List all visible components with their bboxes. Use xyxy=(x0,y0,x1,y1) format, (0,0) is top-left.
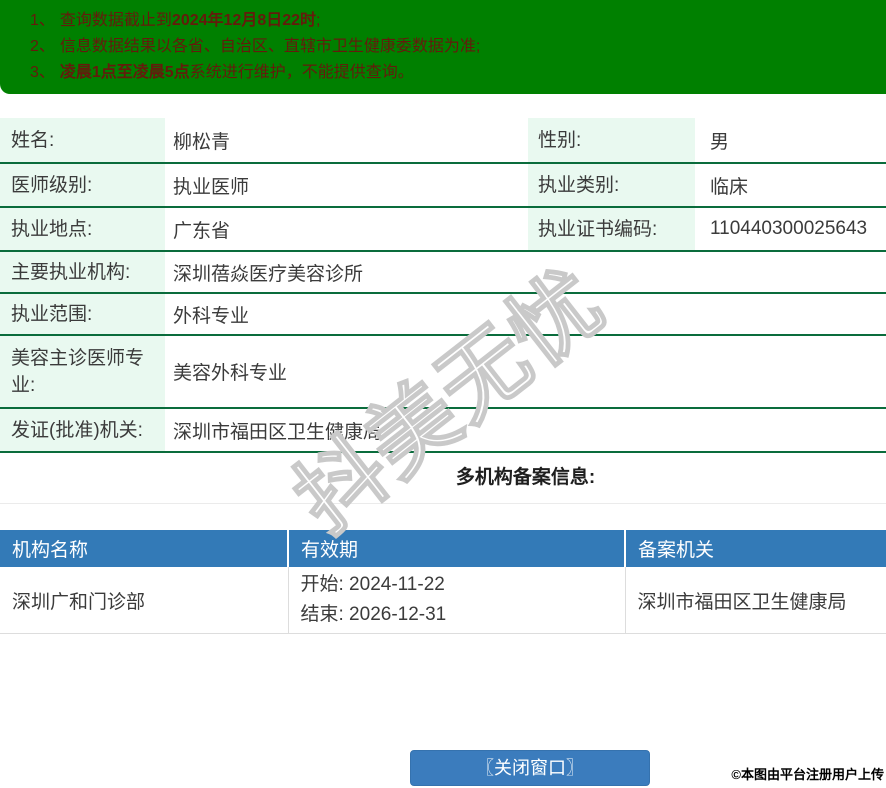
close-window-button[interactable]: 〖关闭窗口〗 xyxy=(410,750,650,786)
field-label: 执业证书编码: xyxy=(528,207,695,251)
notice-line-number: 2、 xyxy=(30,38,55,55)
filing-section-title: 多机构备案信息: xyxy=(456,467,595,488)
notice-line-text: 信息数据结果以各省、自治区、直辖市卫生健康委数据为准; xyxy=(60,38,480,55)
field-value: 临床 xyxy=(695,163,886,207)
notice-line-bold: 2024年12月8日22时 xyxy=(172,12,316,29)
field-label: 发证(批准)机关: xyxy=(0,408,165,452)
filing-section-heading: 多机构备案信息: xyxy=(0,453,886,504)
profile-row: 医师级别:执业医师执业类别:临床 xyxy=(0,163,886,207)
field-label: 美容主诊医师专业: xyxy=(0,335,165,408)
field-value: 深圳蓓焱医疗美容诊所 xyxy=(165,251,886,293)
validity-line: 开始: 2024-11-22 xyxy=(301,570,624,600)
filing-row: 深圳广和门诊部开始: 2024-11-22结束: 2026-12-31深圳市福田… xyxy=(0,567,886,634)
filing-table: 机构名称有效期备案机关 深圳广和门诊部开始: 2024-11-22结束: 202… xyxy=(0,530,886,634)
filing-column-header: 备案机关 xyxy=(625,530,886,567)
profile-row: 姓名:柳松青性别:男 xyxy=(0,118,886,163)
profile-row: 主要执业机构:深圳蓓焱医疗美容诊所 xyxy=(0,251,886,293)
field-label: 执业地点: xyxy=(0,207,165,251)
notice-line-text: 系统进行维护，不能提供查询。 xyxy=(190,64,414,81)
notice-line: 1、查询数据截止到2024年12月8日22时; xyxy=(30,8,886,34)
notice-line-text: 查询数据截止到 xyxy=(60,12,172,29)
filing-validity-cell: 开始: 2024-11-22结束: 2026-12-31 xyxy=(288,567,625,634)
field-value: 执业医师 xyxy=(165,163,528,207)
field-label: 医师级别: xyxy=(0,163,165,207)
notice-line-number: 1、 xyxy=(30,12,55,29)
profile-row: 执业范围:外科专业 xyxy=(0,293,886,335)
credit-text: ©本图由平台注册用户上传 xyxy=(731,764,884,783)
notice-line: 3、凌晨1点至凌晨5点系统进行维护，不能提供查询。 xyxy=(30,60,886,86)
filing-org-cell: 深圳广和门诊部 xyxy=(0,567,288,634)
notice-line: 2、信息数据结果以各省、自治区、直辖市卫生健康委数据为准; xyxy=(30,34,886,60)
notice-line-bold: 凌晨1点至凌晨5点 xyxy=(60,64,190,81)
notice-line-text: ; xyxy=(316,12,320,29)
validity-line: 结束: 2026-12-31 xyxy=(301,600,624,630)
profile-row: 美容主诊医师专业:美容外科专业 xyxy=(0,335,886,408)
filing-header-row: 机构名称有效期备案机关 xyxy=(0,530,886,567)
notice-banner: 1、查询数据截止到2024年12月8日22时;2、信息数据结果以各省、自治区、直… xyxy=(0,0,886,94)
field-label: 姓名: xyxy=(0,118,165,163)
field-label: 主要执业机构: xyxy=(0,251,165,293)
field-label: 执业类别: xyxy=(528,163,695,207)
filing-column-header: 机构名称 xyxy=(0,530,288,567)
field-label: 执业范围: xyxy=(0,293,165,335)
profile-table: 姓名:柳松青性别:男医师级别:执业医师执业类别:临床执业地点:广东省执业证书编码… xyxy=(0,118,886,453)
field-value: 美容外科专业 xyxy=(165,335,886,408)
field-value: 男 xyxy=(695,118,886,163)
field-value: 外科专业 xyxy=(165,293,886,335)
field-value: 110440300025643 xyxy=(695,207,886,251)
field-value: 深圳市福田区卫生健康局 xyxy=(165,408,886,452)
profile-row: 发证(批准)机关:深圳市福田区卫生健康局 xyxy=(0,408,886,452)
field-value: 广东省 xyxy=(165,207,528,251)
filing-column-header: 有效期 xyxy=(288,530,625,567)
filing-authority-cell: 深圳市福田区卫生健康局 xyxy=(625,567,886,634)
field-label: 性别: xyxy=(528,118,695,163)
profile-row: 执业地点:广东省执业证书编码:110440300025643 xyxy=(0,207,886,251)
field-value: 柳松青 xyxy=(165,118,528,163)
notice-line-number: 3、 xyxy=(30,64,55,81)
